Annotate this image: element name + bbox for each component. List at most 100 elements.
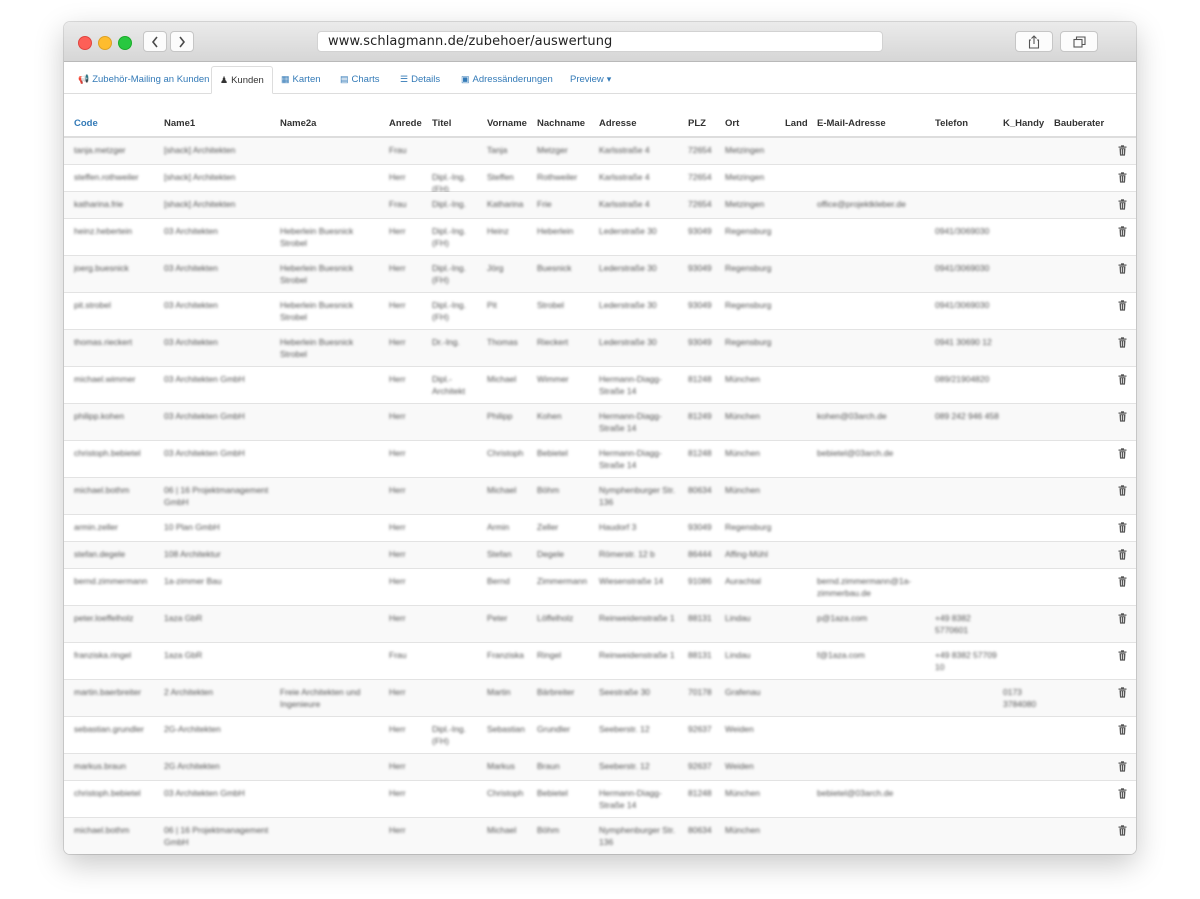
cell-adresse: Reinweidenstraße 1	[599, 650, 675, 660]
map-icon: ▦	[281, 74, 290, 84]
cell-name1: 03 Architekten GmbH	[164, 448, 245, 458]
minimize-window-button[interactable]	[98, 36, 112, 50]
cell-nachname: Rothweiler	[537, 172, 578, 182]
close-window-button[interactable]	[78, 36, 92, 50]
cell-name1: [shack] Architekten	[164, 199, 236, 209]
address-bar[interactable]: www.schlagmann.de/zubehoer/auswertung	[317, 31, 883, 52]
table-row: steffen.rothweiler [shack] Architekten Her…	[64, 165, 1136, 194]
cell-code: bernd.zimmermann	[74, 576, 148, 586]
trash-icon[interactable]	[1118, 576, 1127, 587]
table-row: franziska.ringel 1aza GbR Frau Franziska Rin…	[64, 643, 1136, 680]
cell-code: thomas.rieckert	[74, 337, 133, 347]
cell-ort: Metzingen	[725, 172, 765, 182]
cell-telefon: 0941/3069030	[935, 300, 990, 310]
cell-vorname: Michael	[487, 374, 517, 384]
forward-button[interactable]	[170, 31, 194, 52]
trash-icon[interactable]	[1118, 226, 1127, 237]
tab-adressaenderungen[interactable]: ▣ Adressänderungen	[453, 66, 561, 93]
browser-window: www.schlagmann.de/zubehoer/auswertung 📢 …	[64, 22, 1136, 854]
cell-vorname: Stefan	[487, 549, 512, 559]
trash-icon[interactable]	[1118, 613, 1127, 624]
cell-adresse: Lederstraße 30	[599, 337, 657, 347]
cell-vorname: Steffen	[487, 172, 514, 182]
cell-code: pit.strobel	[74, 300, 111, 310]
show-tabs-button[interactable]	[1060, 31, 1098, 52]
cell-email: office@projektkleber.de	[817, 199, 906, 209]
tab-label: Preview	[570, 74, 604, 85]
table-row: peter.loeffelholz 1aza GbR Herr Peter Löffel…	[64, 606, 1136, 643]
cell-plz: 86444	[688, 549, 712, 559]
tab-label: Details	[411, 74, 441, 85]
trash-icon[interactable]	[1118, 263, 1127, 274]
tab-zubehoer-mailing[interactable]: 📢 Zubehör-Mailing an Kunden	[70, 66, 217, 93]
cell-code: franziska.ringel	[74, 650, 132, 660]
tab-karten[interactable]: ▦ Karten	[273, 66, 329, 93]
zoom-window-button[interactable]	[118, 36, 132, 50]
cell-ort: Lindau	[725, 613, 751, 623]
cell-vorname: Franziska	[487, 650, 524, 660]
trash-icon[interactable]	[1118, 300, 1127, 311]
trash-icon[interactable]	[1118, 199, 1127, 210]
column-header-plz: PLZ	[688, 118, 706, 129]
cell-email: bernd.zimmermann@1a-zimmerbau.de	[817, 576, 912, 598]
trash-icon[interactable]	[1118, 448, 1127, 459]
cell-vorname: Markus	[487, 761, 515, 771]
cell-vorname: Bernd	[487, 576, 510, 586]
table-row: markus.braun 2G Architekten Herr Markus Brau…	[64, 754, 1136, 781]
list-icon: ☰	[400, 74, 409, 84]
cell-adresse: Hermann-Diagg-Straße 14	[599, 374, 662, 396]
column-header-name2a: Name2a	[280, 118, 317, 129]
cell-ort: München	[725, 825, 760, 835]
column-header-code[interactable]: Code	[74, 118, 98, 129]
cell-adresse: Lederstraße 30	[599, 300, 657, 310]
cell-nachname: Grundler	[537, 724, 571, 734]
cell-vorname: Philipp	[487, 411, 513, 421]
trash-icon[interactable]	[1118, 761, 1127, 772]
tab-details[interactable]: ☰ Details	[392, 66, 448, 93]
cell-nachname: Heberlein	[537, 226, 574, 236]
trash-icon[interactable]	[1118, 411, 1127, 422]
table-row: heinz.hebertein 03 Architekten Heberlein B…	[64, 219, 1136, 256]
cell-nachname: Bebietel	[537, 448, 568, 458]
cell-name1: 1aza GbR	[164, 613, 203, 623]
trash-icon[interactable]	[1118, 522, 1127, 533]
cell-anrede: Herr	[389, 549, 406, 559]
cell-code: michael.wimmer	[74, 374, 136, 384]
trash-icon[interactable]	[1118, 337, 1127, 348]
trash-icon[interactable]	[1118, 687, 1127, 698]
cell-plz: 91086	[688, 576, 712, 586]
cell-anrede: Herr	[389, 522, 406, 532]
trash-icon[interactable]	[1118, 172, 1127, 183]
cell-adresse: Lederstraße 30	[599, 263, 657, 273]
trash-icon[interactable]	[1118, 788, 1127, 799]
cell-titel: Dipl.-Ing.	[432, 199, 467, 209]
trash-icon[interactable]	[1118, 145, 1127, 156]
table-row: michael.bothm 06 | 16 Projektmanagement G…	[64, 478, 1136, 515]
cell-adresse: Nymphenburger Str. 136	[599, 825, 676, 847]
cell-code: michael.bothm	[74, 825, 130, 835]
table-row: bernd.zimmermann 1a-zimmer Bau Herr Bernd Zi…	[64, 569, 1136, 606]
column-header-k-handy: K_Handy	[1003, 118, 1045, 129]
back-button[interactable]	[143, 31, 167, 52]
cell-code: peter.loeffelholz	[74, 613, 134, 623]
cell-ort: Grafenau	[725, 687, 761, 697]
cell-code: christoph.bebietel	[74, 788, 141, 798]
tab-preview-dropdown[interactable]: Preview ▾	[562, 66, 619, 93]
trash-icon[interactable]	[1118, 650, 1127, 661]
cell-email: bebietel@03arch.de	[817, 788, 894, 798]
share-icon	[1028, 34, 1040, 49]
share-button[interactable]	[1015, 31, 1053, 52]
trash-icon[interactable]	[1118, 549, 1127, 560]
tab-charts[interactable]: ▤ Charts	[332, 66, 388, 93]
cell-adresse: Karlsstraße 4	[599, 145, 650, 155]
trash-icon[interactable]	[1118, 825, 1127, 836]
trash-icon[interactable]	[1118, 374, 1127, 385]
cell-anrede: Herr	[389, 485, 406, 495]
tab-kunden[interactable]: ♟ Kunden	[211, 66, 273, 94]
trash-icon[interactable]	[1118, 724, 1127, 735]
cell-nachname: Metzger	[537, 145, 568, 155]
cell-vorname: Peter	[487, 613, 508, 623]
trash-icon[interactable]	[1118, 485, 1127, 496]
tab-label: Adressänderungen	[472, 74, 553, 85]
cell-name1: 03 Architekten GmbH	[164, 411, 245, 421]
